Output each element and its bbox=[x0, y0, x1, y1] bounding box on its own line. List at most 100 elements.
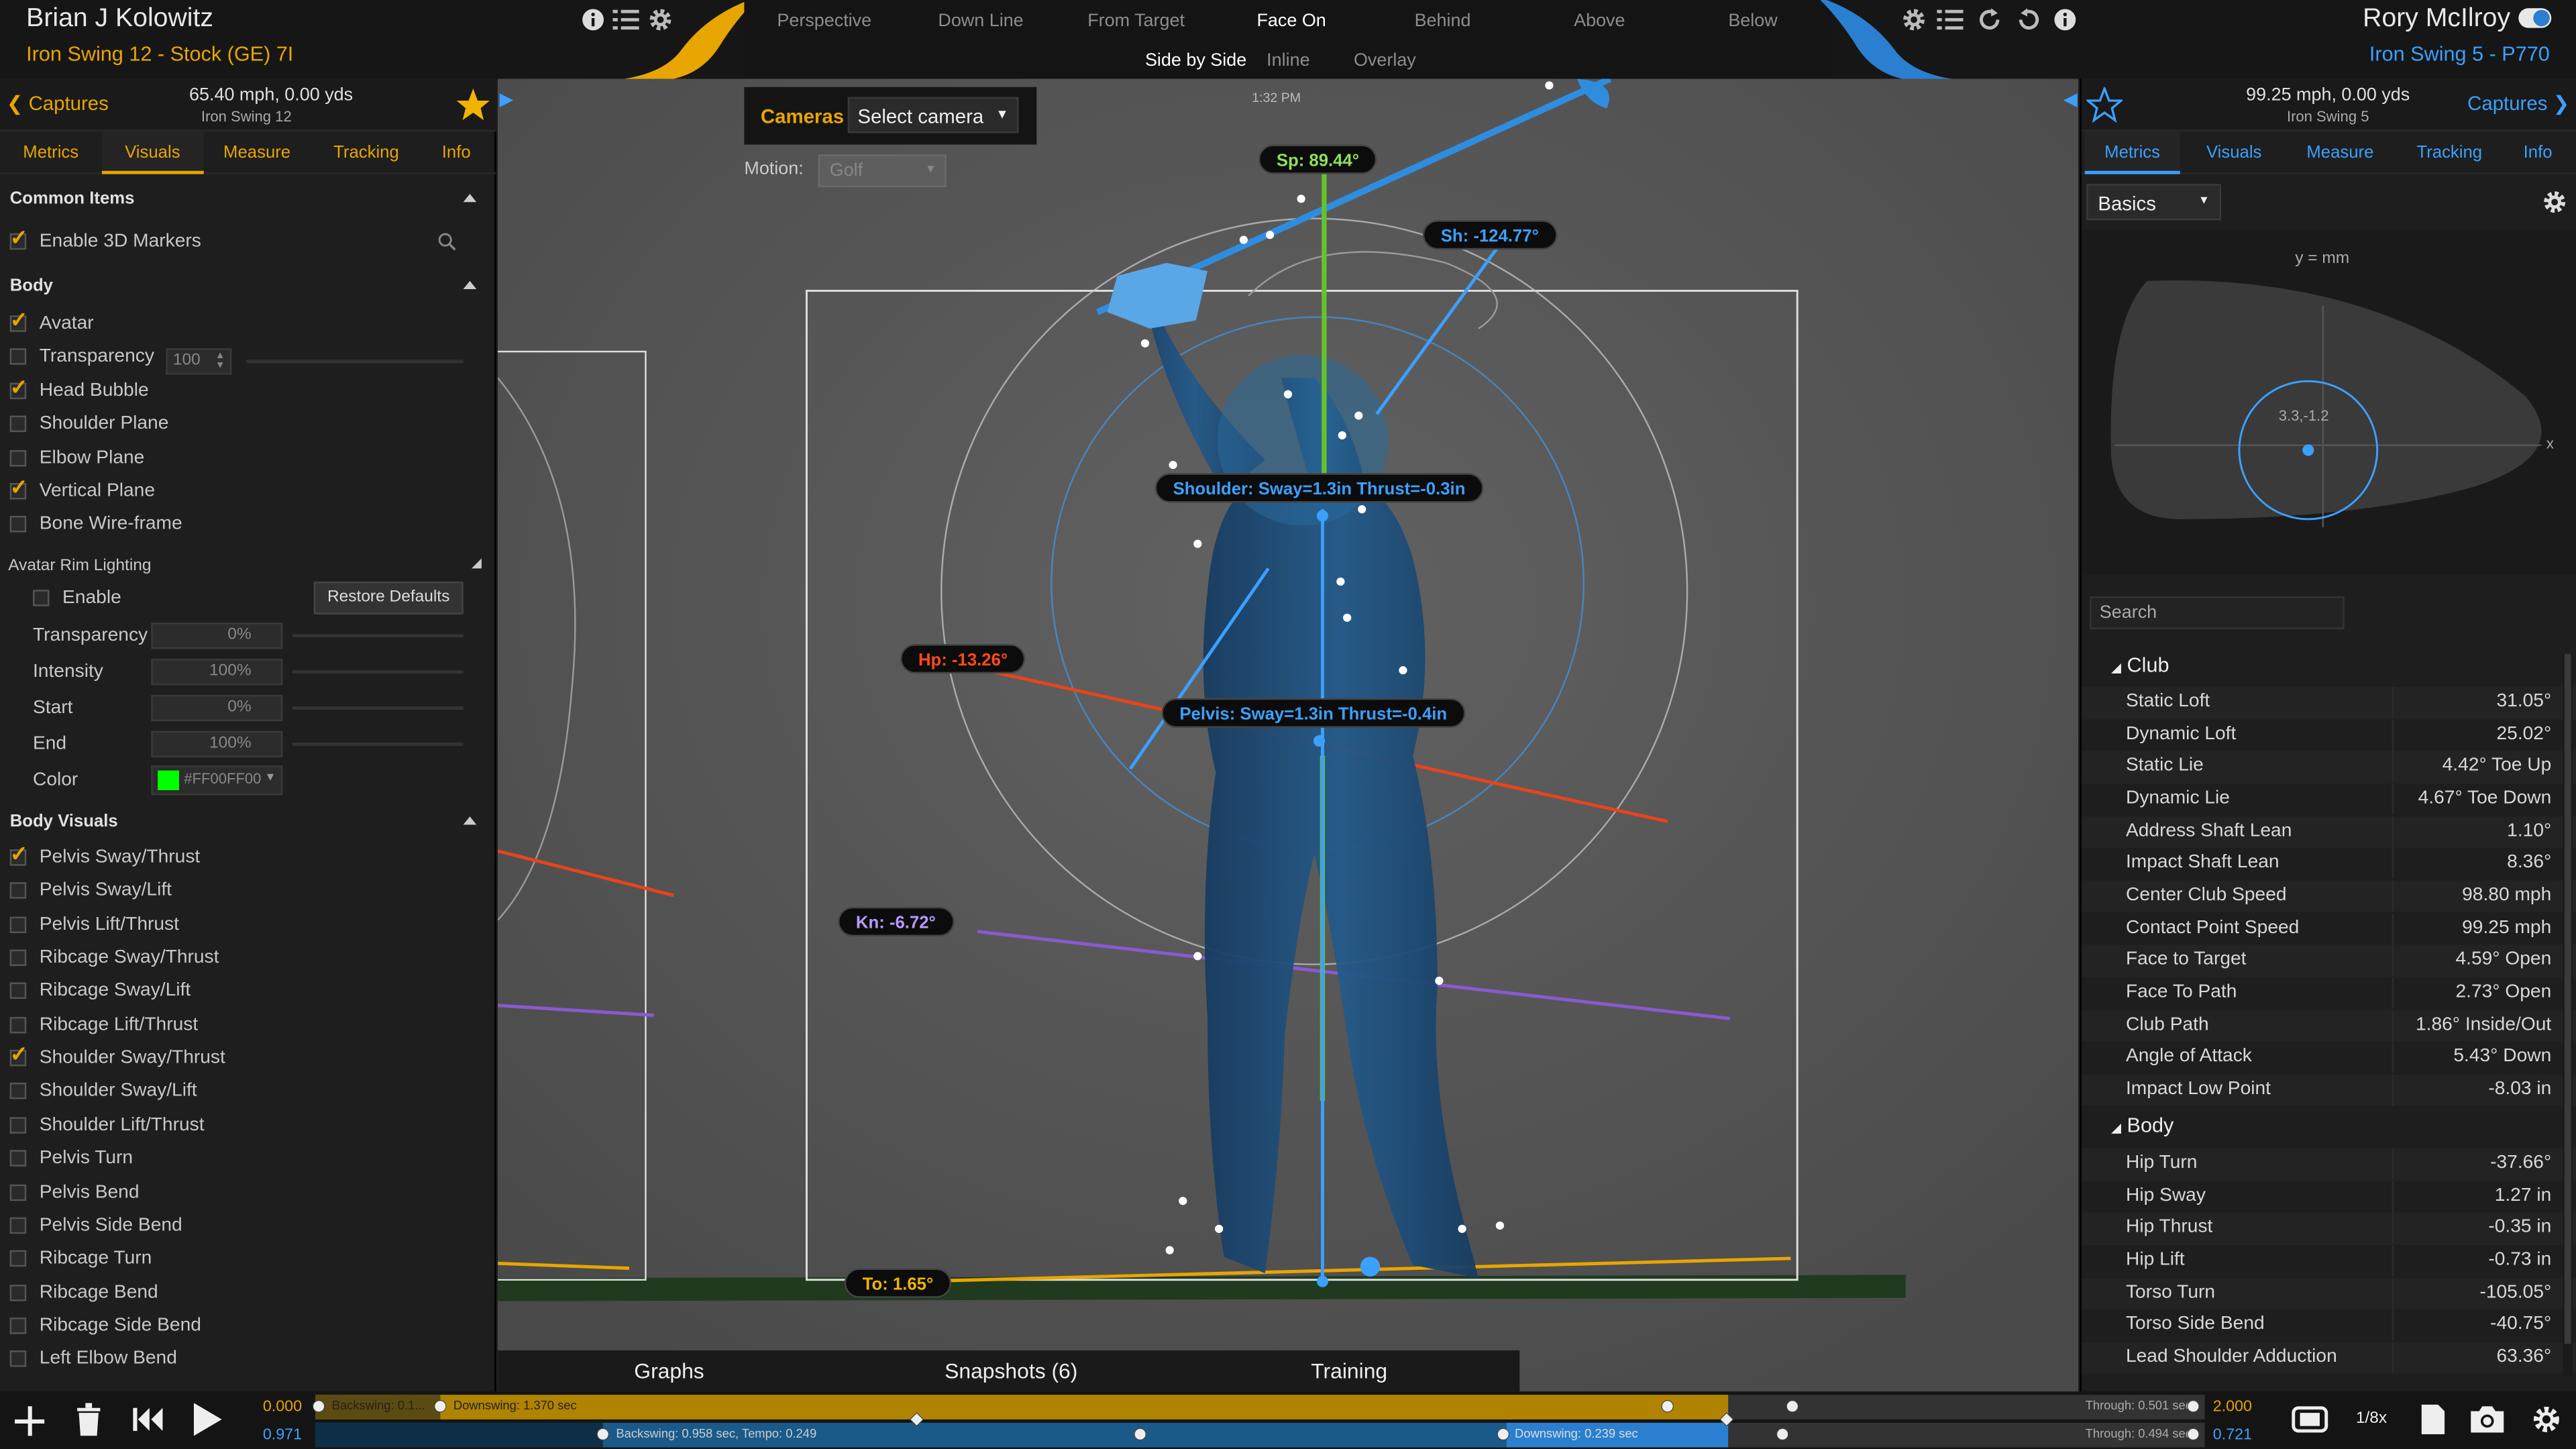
body-visual-shoulder-lift-thrust[interactable]: Shoulder Lift/Thrust bbox=[0, 1109, 493, 1142]
body-visual-pelvis-sway-thrust[interactable]: Pelvis Sway/Thrust bbox=[0, 841, 493, 874]
collapse-right-arrow-icon[interactable]: ◀ bbox=[2063, 89, 2078, 110]
metric-row[interactable]: Hip Thrust -0.35 in bbox=[2081, 1213, 2576, 1246]
delete-icon[interactable] bbox=[76, 1403, 102, 1436]
body-visual-pelvis-sway-lift[interactable]: Pelvis Sway/Lift bbox=[0, 875, 493, 908]
left-tab-metrics[interactable]: Metrics bbox=[23, 131, 78, 174]
body-visuals-header[interactable]: Body Visuals bbox=[0, 805, 493, 838]
preset-select[interactable]: Basics ▼ bbox=[2086, 184, 2222, 221]
metric-row[interactable]: Face to Target 4.59° Open bbox=[2081, 945, 2576, 977]
settings-gear-icon[interactable] bbox=[2542, 189, 2568, 215]
body-visual-pelvis-sway-thrust-checkbox[interactable] bbox=[9, 841, 28, 867]
camera-select[interactable]: Select camera ▼ bbox=[847, 97, 1019, 133]
body-visual-pelvis-side-bend-checkbox[interactable] bbox=[9, 1217, 27, 1234]
skip-back-icon[interactable] bbox=[131, 1406, 164, 1432]
color-picker[interactable]: #FF00FF00 ▼ bbox=[151, 765, 283, 796]
metrics-scrollbar[interactable] bbox=[2563, 653, 2573, 1377]
sync-icon[interactable] bbox=[2014, 5, 2043, 34]
transparency-spinner-icon[interactable]: ▲ ▼ bbox=[215, 352, 225, 371]
rim-start-slider[interactable] bbox=[292, 706, 464, 710]
right-captures-link[interactable]: Captures ❯ bbox=[2467, 92, 2569, 115]
tab-below[interactable]: Below bbox=[1728, 11, 1777, 31]
body-visual-shoulder-sway-thrust-checkbox[interactable] bbox=[9, 1042, 28, 1068]
body-visual-ribcage-sway-thrust[interactable]: Ribcage Sway/Thrust bbox=[0, 941, 493, 974]
timeline-markers[interactable] bbox=[296, 1391, 2235, 1449]
playback-speed[interactable]: 1/8x bbox=[2356, 1409, 2387, 1428]
body-item-avatar[interactable]: Avatar bbox=[0, 307, 493, 340]
metric-row[interactable]: Center Club Speed 98.80 mph bbox=[2081, 880, 2576, 913]
metric-row[interactable]: Contact Point Speed 99.25 mph bbox=[2081, 912, 2576, 945]
hip-angle-label[interactable]: Hp: -13.26° bbox=[900, 644, 1026, 674]
metric-row[interactable]: Lead Shoulder Adduction 63.36° bbox=[2081, 1342, 2576, 1375]
mode-overlay[interactable]: Overlay bbox=[1354, 51, 1416, 70]
tab-snapshots[interactable]: Snapshots (6) bbox=[945, 1358, 1077, 1383]
body-visual-shoulder-sway-lift[interactable]: Shoulder Sway/Lift bbox=[0, 1075, 493, 1108]
body-visual-pelvis-lift-thrust[interactable]: Pelvis Lift/Thrust bbox=[0, 908, 493, 941]
metric-row[interactable]: Hip Sway 1.27 in bbox=[2081, 1180, 2576, 1213]
rim-transparency-input[interactable]: 0% bbox=[151, 623, 283, 649]
body-item-elbow-plane[interactable]: Elbow Plane bbox=[0, 441, 493, 474]
metric-row[interactable]: Impact Shaft Lean 8.36° bbox=[2081, 848, 2576, 881]
shoulder-angle-label[interactable]: Sh: -124.77° bbox=[1422, 220, 1557, 250]
left-swing-name[interactable]: Iron Swing 12 - Stock (GE) 7I bbox=[26, 43, 293, 66]
body-item-vertical-plane-checkbox[interactable] bbox=[9, 475, 28, 501]
play-icon[interactable] bbox=[191, 1401, 223, 1438]
body-visual-ribcage-sway-thrust-checkbox[interactable] bbox=[9, 949, 27, 967]
mode-inline[interactable]: Inline bbox=[1267, 51, 1309, 70]
tab-from-target[interactable]: From Target bbox=[1087, 11, 1185, 31]
body-visual-pelvis-bend-checkbox[interactable] bbox=[9, 1183, 27, 1200]
enable-3d-markers-row[interactable]: Enable 3D Markers bbox=[0, 225, 493, 258]
metric-row[interactable]: Angle of Attack 5.43° Down bbox=[2081, 1041, 2576, 1074]
body-item-avatar-checkbox[interactable] bbox=[9, 307, 28, 333]
tab-training[interactable]: Training bbox=[1311, 1358, 1387, 1383]
knee-angle-label[interactable]: Kn: -6.72° bbox=[837, 906, 954, 936]
body-visual-pelvis-sway-lift-checkbox[interactable] bbox=[9, 882, 27, 900]
common-items-header[interactable]: Common Items bbox=[0, 182, 493, 215]
enable-3d-markers-checkbox[interactable] bbox=[9, 225, 28, 252]
3d-viewport[interactable]: Cameras Select camera ▼ 1:32 PM Motion: G… bbox=[498, 78, 2078, 1392]
body-visual-shoulder-sway-thrust[interactable]: Shoulder Sway/Thrust bbox=[0, 1042, 493, 1075]
body-visual-left-elbow-bend[interactable]: Left Elbow Bend bbox=[0, 1342, 493, 1375]
metric-row[interactable]: Impact Low Point -8.03 in bbox=[2081, 1074, 2576, 1107]
right-swing-name[interactable]: Iron Swing 5 - P770 bbox=[2369, 43, 2550, 66]
refresh-icon[interactable] bbox=[1975, 5, 2004, 34]
rim-enable-checkbox[interactable] bbox=[32, 590, 50, 606]
body-item-transparency-checkbox[interactable] bbox=[9, 349, 27, 366]
body-visual-pelvis-turn-checkbox[interactable] bbox=[9, 1150, 27, 1167]
mode-side-by-side[interactable]: Side by Side bbox=[1145, 51, 1246, 70]
motion-select[interactable]: Golf ▼ bbox=[818, 154, 947, 188]
compare-toggle[interactable] bbox=[2518, 8, 2552, 28]
body-item-transparency[interactable]: Transparency bbox=[0, 341, 493, 374]
tab-perspective[interactable]: Perspective bbox=[777, 11, 871, 31]
metric-row[interactable]: Torso Side Bend -40.75° bbox=[2081, 1309, 2576, 1342]
body-visual-shoulder-sway-lift-checkbox[interactable] bbox=[9, 1083, 27, 1100]
body-item-head-bubble[interactable]: Head Bubble bbox=[0, 374, 493, 407]
metrics-search-input[interactable]: Search bbox=[2090, 596, 2345, 629]
restore-defaults-button[interactable]: Restore Defaults bbox=[313, 581, 464, 614]
body-item-bone-wire-frame[interactable]: Bone Wire-frame bbox=[0, 508, 493, 541]
body-visual-pelvis-lift-thrust-checkbox[interactable] bbox=[9, 916, 27, 933]
tab-face-on[interactable]: Face On bbox=[1256, 11, 1326, 31]
transparency-slider[interactable] bbox=[246, 360, 464, 364]
body-visual-pelvis-bend[interactable]: Pelvis Bend bbox=[0, 1175, 493, 1208]
tab-graphs[interactable]: Graphs bbox=[634, 1358, 704, 1383]
right-player-name[interactable]: Rory McIlroy bbox=[2363, 5, 2510, 34]
document-icon[interactable] bbox=[2420, 1403, 2446, 1436]
left-player-name[interactable]: Brian J Kolowitz bbox=[26, 5, 213, 34]
body-visual-ribcage-side-bend[interactable]: Ribcage Side Bend bbox=[0, 1309, 493, 1342]
magnifier-icon[interactable] bbox=[437, 231, 456, 251]
body-visual-ribcage-bend-checkbox[interactable] bbox=[9, 1283, 27, 1301]
left-tab-info[interactable]: Info bbox=[442, 131, 471, 174]
rim-transparency-slider[interactable] bbox=[292, 634, 464, 638]
rim-end-slider[interactable] bbox=[292, 742, 464, 746]
toe-angle-label[interactable]: To: 1.65° bbox=[844, 1268, 952, 1298]
rim-start-input[interactable]: 0% bbox=[151, 694, 283, 722]
body-visual-shoulder-lift-thrust-checkbox[interactable] bbox=[9, 1116, 27, 1134]
metric-row[interactable]: Static Lie 4.42° Toe Up bbox=[2081, 751, 2576, 784]
body-visual-left-elbow-bend-checkbox[interactable] bbox=[9, 1350, 27, 1368]
body-item-head-bubble-checkbox[interactable] bbox=[9, 374, 28, 400]
metric-row[interactable]: Hip Turn -37.66° bbox=[2081, 1148, 2576, 1181]
body-item-elbow-plane-checkbox[interactable] bbox=[9, 449, 27, 466]
right-tab-tracking[interactable]: Tracking bbox=[2416, 131, 2482, 174]
list-icon-right[interactable] bbox=[1935, 5, 1965, 34]
body-item-bone-wire-frame-checkbox[interactable] bbox=[9, 516, 27, 533]
